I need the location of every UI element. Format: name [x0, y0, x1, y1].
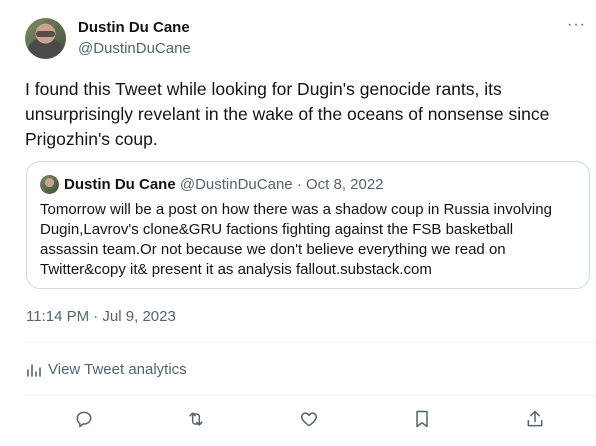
bookmark-icon [416, 410, 428, 428]
tweet-timestamp[interactable]: 11:14 PM · Jul 9, 2023 [26, 308, 176, 325]
bar-chart-icon [27, 363, 41, 377]
quote-meta: @DustinDuCane · Oct 8, 2022 [179, 176, 384, 193]
quote-author-name: Dustin Du Cane [64, 176, 176, 193]
tweet-text: I found this Tweet while looking for Dug… [25, 79, 550, 149]
author-handle[interactable]: @DustinDuCane [78, 40, 191, 57]
more-options-icon[interactable]: ··· [567, 16, 586, 34]
divider [26, 395, 596, 396]
quoted-tweet[interactable]: Dustin Du Cane @DustinDuCane · Oct 8, 20… [26, 161, 590, 289]
reply-icon [76, 411, 92, 428]
share-icon [527, 410, 543, 427]
avatar[interactable] [25, 18, 66, 59]
bookmark-button[interactable] [411, 408, 433, 430]
heart-icon [300, 412, 318, 427]
quote-avatar [40, 175, 59, 194]
share-button[interactable] [524, 408, 546, 430]
quote-text: Tomorrow will be a post on how there was… [40, 201, 552, 278]
analytics-label: View Tweet analytics [48, 361, 187, 378]
divider [26, 342, 596, 343]
like-button[interactable] [298, 408, 320, 430]
retweet-button[interactable] [185, 408, 207, 430]
quote-header: Dustin Du Cane @DustinDuCane · Oct 8, 20… [64, 176, 384, 193]
reply-button[interactable] [73, 408, 95, 430]
author-name[interactable]: Dustin Du Cane [78, 19, 190, 36]
view-analytics-link[interactable]: View Tweet analytics [26, 361, 187, 378]
retweet-icon [189, 412, 203, 426]
